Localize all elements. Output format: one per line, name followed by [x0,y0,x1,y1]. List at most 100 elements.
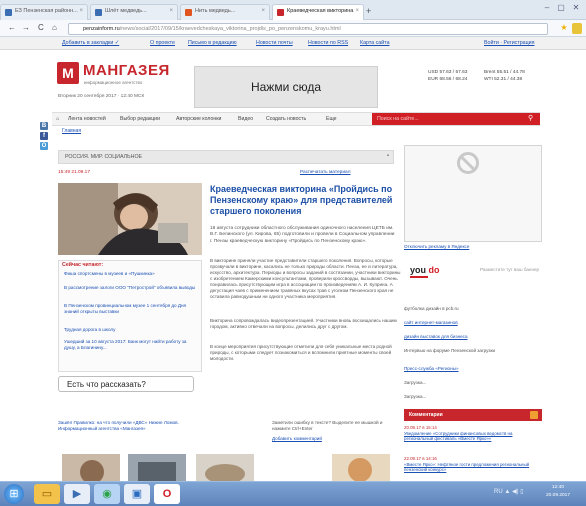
list-item[interactable]: В Пензенском провинциальном музее 1 сент… [64,303,196,315]
article-photo [58,183,202,255]
article-date: 15:49 21.09.17 [58,170,91,175]
login-link[interactable]: Войти · Регистрация [484,40,535,46]
now-reading-title: Сейчас читают: [62,262,104,268]
list-item[interactable]: Трудная дорога в школу [64,327,196,333]
loading-text: Загрузка... [404,394,542,400]
partner-link[interactable]: Пресс-служба «Регионы» [404,366,542,372]
comment-item[interactable]: 20.09.17 в 15:14 Уведомление «Сотрудники… [404,425,542,442]
ad-banner[interactable]: Нажми сюда [194,66,378,108]
partner-link[interactable]: дизайн выставок для бизнеса [404,334,542,340]
menu-item-editor-choice[interactable]: Выбор редакции [120,116,160,122]
print-link[interactable]: Распечатать материал [300,170,351,175]
tell-story-button[interactable]: Есть что рассказать? [58,376,194,392]
sitemap-link[interactable]: Карта сайта [360,40,390,46]
letter-link[interactable]: Письмо в редакцию [188,40,237,46]
mail-news-link[interactable]: Новости почты [256,40,293,46]
close-tab-icon[interactable]: × [261,8,265,14]
comments-header: Комментарии [404,409,542,421]
home-button[interactable]: ⌂ [52,23,57,33]
opera-icon[interactable]: O [154,484,180,504]
about-link[interactable]: О проекте [150,40,175,46]
error-hint: Заметили ошибку в тексте? Выделите ее мы… [272,420,383,431]
maximize-icon[interactable]: ▢ [554,2,568,13]
list-item[interactable]: Фиша спортсмены в музеев и «Пушкинка» [64,271,196,277]
menu-item-video[interactable]: Видео [238,116,253,122]
url-path: /news/social/2017/09/15/kraevedcheskaya_… [119,26,341,32]
back-button[interactable]: ← [8,23,16,33]
partner-link[interactable]: сайт интернет-магазинов [404,320,542,326]
rss-icon[interactable] [530,411,538,419]
ad-caption-link[interactable]: Отключить рекламу в Яндексе [404,244,469,249]
partner-link[interactable]: Интервью на форуме Пензенской загрузки [404,348,542,354]
forward-button[interactable]: → [22,23,30,33]
footer-note-link[interactable]: Зашёл Правилко: на что получили «ДВС» Ни… [58,420,208,431]
system-tray[interactable]: RU ▲ ◀) ▯ [494,488,524,495]
clock-date: 20.09.2017 [546,493,571,498]
browser-tab-2[interactable]: Шлёт медведь... × [90,4,178,20]
vk-share-icon[interactable]: В [40,122,48,130]
tab-favicon [95,9,102,16]
browser-tab-1[interactable]: ЕЗ Пензенская районн... × [0,4,88,20]
menu-item-create-news[interactable]: Создать новость [266,116,306,122]
partner-link-text: сайт интернет-магазинов [404,320,458,325]
close-icon[interactable]: ▪ [387,153,389,159]
address-bar[interactable]: penzainform.ru/news/social/2017/09/15/kr… [68,23,548,35]
file-explorer-icon[interactable]: ▭ [34,484,60,504]
menu-item-news-feed[interactable]: Лента новостей [68,116,106,122]
article-lead: 18 августа сотрудники областного обслужи… [210,226,395,244]
comment-item[interactable]: 22.09.17 в 14:16 «Вместе Ярко»: Нефтяное… [404,456,542,473]
ok-share-icon[interactable]: О [40,142,48,150]
related-thumbnail[interactable] [196,454,254,484]
close-tab-icon[interactable]: × [355,8,359,14]
url-domain: penzainform.ru [83,26,120,32]
youdo-logo[interactable]: you do [410,265,440,275]
browser-tab-3[interactable]: Нить медведь... × [180,4,270,20]
rubric-bar: РОССИЯ. МИР. СОЦИАЛЬНОЕ ▪ [58,150,394,164]
tab-title: ЕЗ Пензенская районн... [15,8,78,14]
list-item[interactable]: Ушедший за 10 августа 2017: Банк могут н… [64,339,196,351]
extension-icon[interactable] [572,23,582,34]
related-thumbnail[interactable] [332,454,390,484]
facebook-share-icon[interactable]: f [40,132,48,140]
breadcrumb-home[interactable]: Главная [62,128,81,134]
new-tab-button[interactable]: + [366,6,376,16]
reload-button[interactable]: C [38,23,44,33]
article-paragraph: В викторине приняли участие представител… [210,258,401,299]
close-window-icon[interactable]: ✕ [569,2,583,13]
add-bookmark-link[interactable]: Добавить в закладки ✓ [62,40,119,46]
app-icon[interactable]: ▣ [124,484,150,504]
close-tab-icon[interactable]: × [79,8,83,14]
partner-link-text: дизайн выставок для бизнеса [404,334,468,339]
bookmark-star-icon[interactable]: ★ [559,23,569,34]
related-thumbnail[interactable] [62,454,120,484]
article-paragraph: В конце мероприятия присутствующие отмет… [210,344,392,361]
search-icon[interactable]: ⚲ [528,114,533,122]
partner-link[interactable]: футболка дизайн в pcb.ru [404,306,542,312]
browser-tab-active[interactable]: Краеведческая викторина × [272,4,364,20]
add-comment-link[interactable]: Добавить комментарий [272,436,322,441]
close-tab-icon[interactable]: × [169,8,173,14]
tab-favicon [185,9,192,16]
minimize-icon[interactable]: – [540,2,554,13]
chrome-icon[interactable]: ◉ [94,484,120,504]
comment-text: Уведомление «Сотрудники финансовых ведом… [404,430,513,442]
home-icon[interactable]: ⌂ [56,116,59,122]
logo-icon[interactable]: М [57,62,79,84]
usd-rate: USD 57.63 / 57.63 [428,70,468,75]
media-player-icon[interactable]: ▶ [64,484,90,504]
clock[interactable]: 12:40 20.09.2017 [546,484,570,500]
tab-title: Нить медведь... [195,8,236,14]
start-button-icon[interactable]: ⊞ [4,484,24,504]
list-item[interactable]: В рассмотрение залоги ООО "Петрострой" о… [64,285,196,291]
rubric-title[interactable]: РОССИЯ. МИР. СОЦИАЛЬНОЕ [65,154,142,160]
menu-item-more[interactable]: Еще [326,116,337,122]
tab-title: Краеведческая викторина [287,8,354,14]
youdo-underline [410,276,428,278]
search-input[interactable]: Поиск на сайте... [372,113,540,125]
menu-item-author-columns[interactable]: Авторские колонки [176,116,221,122]
logo-title[interactable]: МАНГАЗЕЯ [83,62,170,79]
logo-subtitle: информационное агентство [84,80,143,85]
rss-link[interactable]: Новости по RSS [308,40,348,46]
tab-title: Шлёт медведь... [105,8,147,14]
related-thumbnail[interactable] [128,454,186,484]
